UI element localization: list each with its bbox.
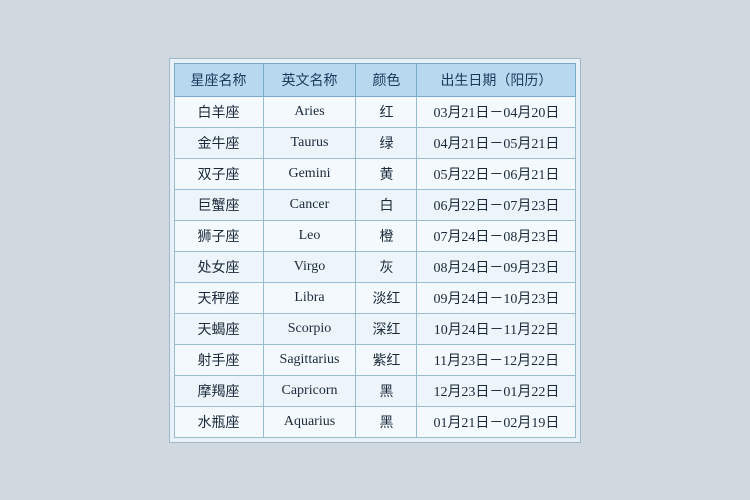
cell-r4-c1: Leo: [263, 220, 356, 251]
cell-r9-c3: 12月23日－01月22日: [417, 375, 576, 406]
cell-r6-c2: 淡红: [356, 282, 417, 313]
cell-r3-c0: 巨蟹座: [174, 189, 263, 220]
cell-r1-c1: Taurus: [263, 127, 356, 158]
cell-r9-c2: 黑: [356, 375, 417, 406]
table-row: 射手座Sagittarius紫红11月23日－12月22日: [174, 344, 576, 375]
cell-r6-c3: 09月24日－10月23日: [417, 282, 576, 313]
header-col-3: 出生日期（阳历）: [417, 63, 576, 96]
table-row: 双子座Gemini黄05月22日－06月21日: [174, 158, 576, 189]
cell-r0-c3: 03月21日－04月20日: [417, 96, 576, 127]
cell-r2-c0: 双子座: [174, 158, 263, 189]
table-row: 水瓶座Aquarius黑01月21日－02月19日: [174, 406, 576, 437]
cell-r10-c1: Aquarius: [263, 406, 356, 437]
cell-r1-c2: 绿: [356, 127, 417, 158]
cell-r7-c1: Scorpio: [263, 313, 356, 344]
cell-r2-c3: 05月22日－06月21日: [417, 158, 576, 189]
cell-r8-c1: Sagittarius: [263, 344, 356, 375]
table-row: 狮子座Leo橙07月24日－08月23日: [174, 220, 576, 251]
cell-r8-c0: 射手座: [174, 344, 263, 375]
cell-r7-c0: 天蝎座: [174, 313, 263, 344]
cell-r3-c1: Cancer: [263, 189, 356, 220]
cell-r1-c3: 04月21日－05月21日: [417, 127, 576, 158]
cell-r2-c2: 黄: [356, 158, 417, 189]
table-row: 摩羯座Capricorn黑12月23日－01月22日: [174, 375, 576, 406]
cell-r5-c1: Virgo: [263, 251, 356, 282]
table-row: 处女座Virgo灰08月24日－09月23日: [174, 251, 576, 282]
cell-r0-c2: 红: [356, 96, 417, 127]
zodiac-table: 星座名称英文名称颜色出生日期（阳历） 白羊座Aries红03月21日－04月20…: [174, 63, 577, 438]
cell-r4-c3: 07月24日－08月23日: [417, 220, 576, 251]
table-row: 天秤座Libra淡红09月24日－10月23日: [174, 282, 576, 313]
cell-r0-c0: 白羊座: [174, 96, 263, 127]
cell-r10-c2: 黑: [356, 406, 417, 437]
cell-r6-c1: Libra: [263, 282, 356, 313]
cell-r3-c2: 白: [356, 189, 417, 220]
cell-r7-c2: 深红: [356, 313, 417, 344]
table-header-row: 星座名称英文名称颜色出生日期（阳历）: [174, 63, 576, 96]
cell-r8-c2: 紫红: [356, 344, 417, 375]
cell-r8-c3: 11月23日－12月22日: [417, 344, 576, 375]
cell-r5-c0: 处女座: [174, 251, 263, 282]
table-row: 金牛座Taurus绿04月21日－05月21日: [174, 127, 576, 158]
cell-r9-c0: 摩羯座: [174, 375, 263, 406]
cell-r5-c3: 08月24日－09月23日: [417, 251, 576, 282]
cell-r10-c3: 01月21日－02月19日: [417, 406, 576, 437]
table-row: 白羊座Aries红03月21日－04月20日: [174, 96, 576, 127]
header-col-0: 星座名称: [174, 63, 263, 96]
cell-r0-c1: Aries: [263, 96, 356, 127]
header-col-2: 颜色: [356, 63, 417, 96]
zodiac-table-container: 星座名称英文名称颜色出生日期（阳历） 白羊座Aries红03月21日－04月20…: [169, 58, 582, 443]
header-col-1: 英文名称: [263, 63, 356, 96]
cell-r9-c1: Capricorn: [263, 375, 356, 406]
cell-r4-c2: 橙: [356, 220, 417, 251]
cell-r5-c2: 灰: [356, 251, 417, 282]
cell-r6-c0: 天秤座: [174, 282, 263, 313]
cell-r3-c3: 06月22日－07月23日: [417, 189, 576, 220]
cell-r7-c3: 10月24日－11月22日: [417, 313, 576, 344]
cell-r1-c0: 金牛座: [174, 127, 263, 158]
table-row: 巨蟹座Cancer白06月22日－07月23日: [174, 189, 576, 220]
cell-r2-c1: Gemini: [263, 158, 356, 189]
cell-r10-c0: 水瓶座: [174, 406, 263, 437]
cell-r4-c0: 狮子座: [174, 220, 263, 251]
table-row: 天蝎座Scorpio深红10月24日－11月22日: [174, 313, 576, 344]
